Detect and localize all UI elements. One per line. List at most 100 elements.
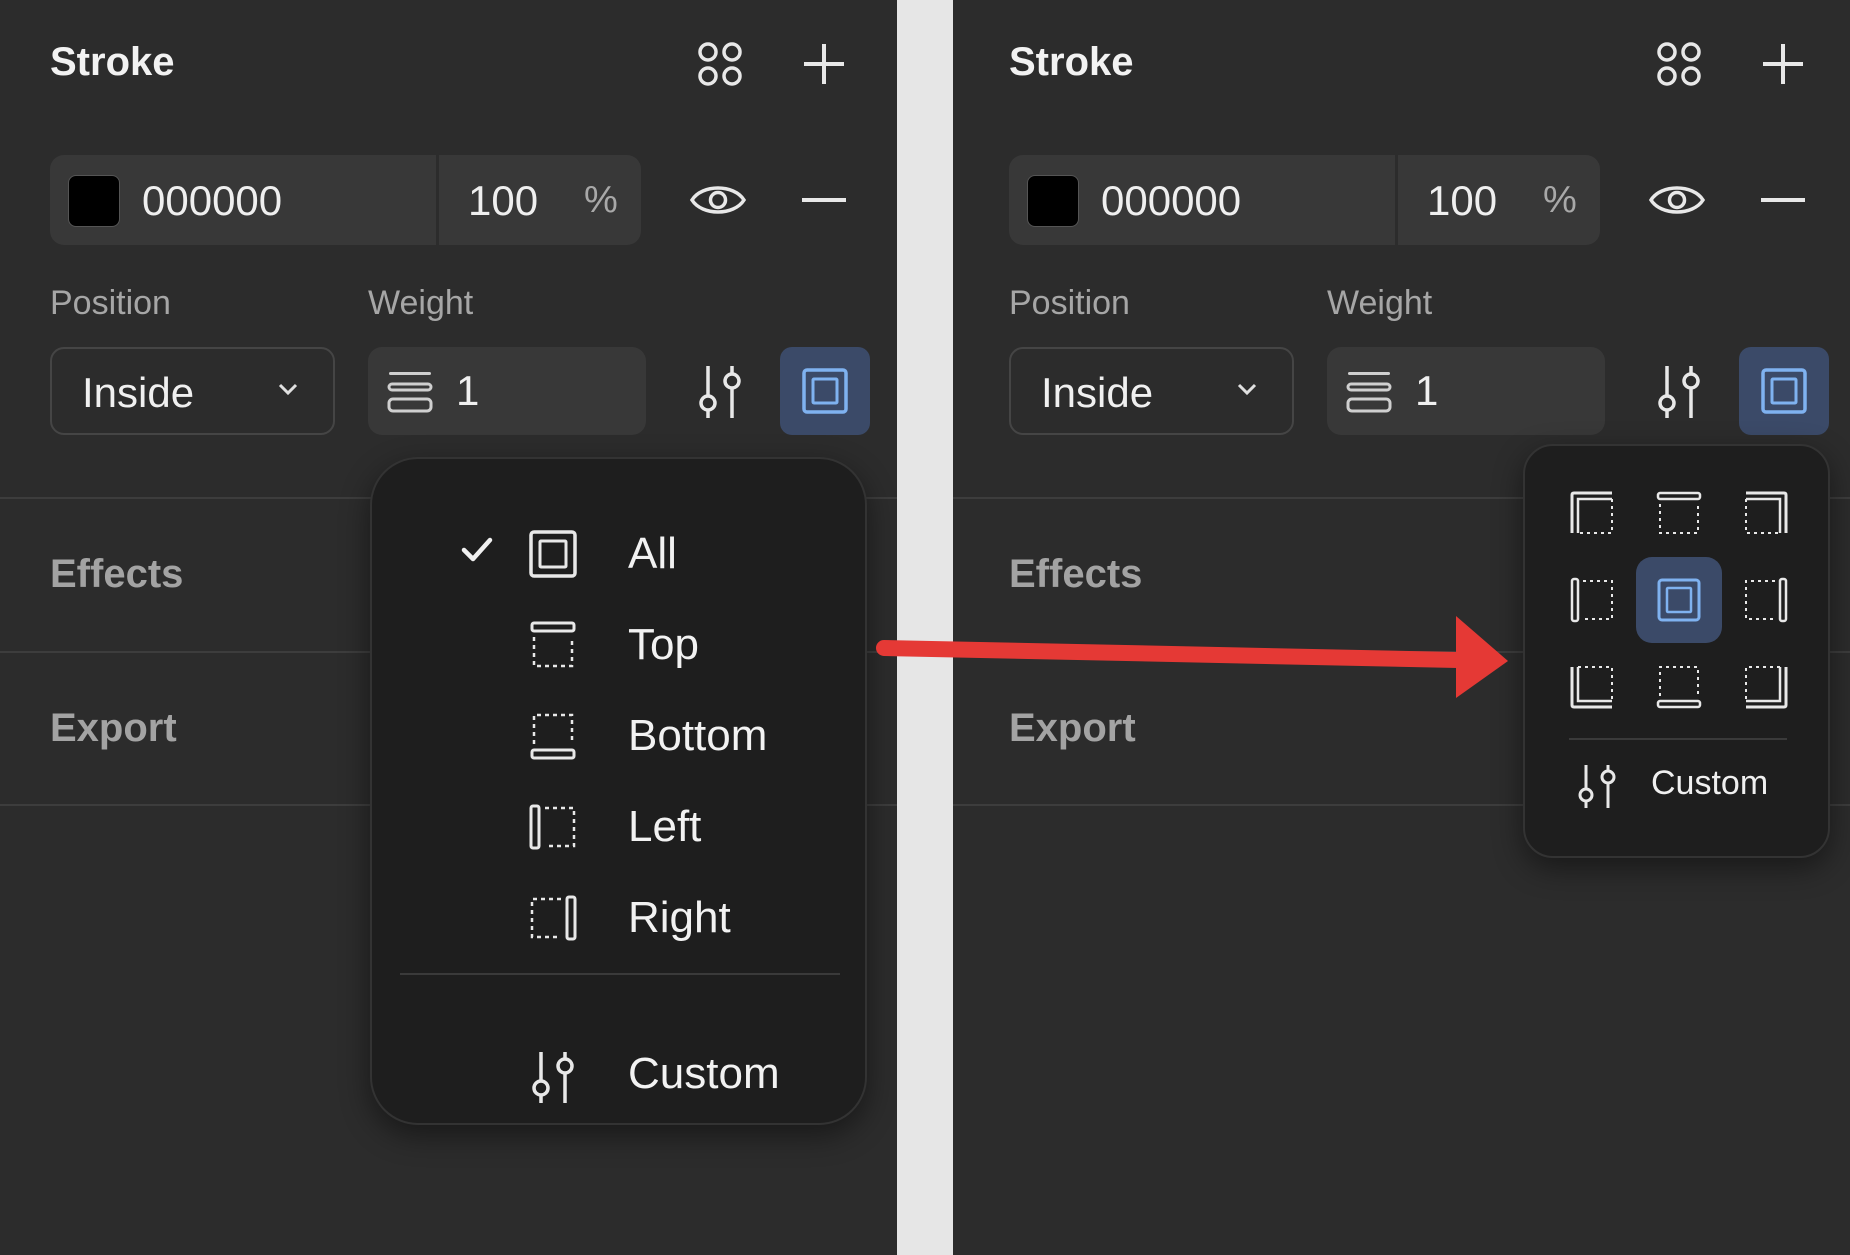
opacity-value[interactable]: 100: [468, 177, 538, 225]
menu-item-label: Top: [628, 620, 699, 669]
stroke-title: Stroke: [50, 40, 175, 84]
position-value: Inside: [1041, 369, 1154, 416]
menu-item-top[interactable]: Top: [372, 604, 865, 684]
stroke-sides-grid-popover: Custom: [1523, 444, 1830, 858]
eye-icon: [689, 186, 747, 214]
chevron-down-icon: [1237, 383, 1257, 396]
popover-separator: [1569, 738, 1787, 740]
stroke-color-field[interactable]: 000000 100 %: [1009, 155, 1600, 245]
menu-item-left[interactable]: Left: [372, 786, 865, 866]
border-top-icon: [1656, 491, 1702, 534]
border-all-icon: [1657, 578, 1701, 622]
stroke-weight-icon: [1346, 372, 1392, 413]
menu-item-label: Custom: [628, 1049, 780, 1098]
position-select[interactable]: Inside: [1009, 347, 1294, 435]
hex-value[interactable]: 000000: [142, 177, 282, 225]
border-bottom-icon: [530, 713, 576, 760]
sliders-icon: [699, 366, 741, 418]
position-value: Inside: [82, 369, 195, 416]
border-top-icon: [530, 621, 576, 668]
color-swatch[interactable]: [1027, 175, 1079, 227]
minus-icon: [802, 198, 846, 202]
add-stroke-button[interactable]: [1755, 36, 1811, 92]
grid-cell-top-right[interactable]: [1723, 470, 1809, 556]
border-all-icon: [1761, 368, 1807, 414]
border-top-right-icon: [1745, 491, 1788, 534]
custom-option-label[interactable]: Custom: [1651, 764, 1768, 803]
stroke-panel-right: Stroke 000000 100 % Position Weight Insi…: [953, 0, 1850, 1255]
individual-strokes-button[interactable]: [1739, 347, 1829, 435]
grid-cell-bottom-right[interactable]: [1723, 644, 1809, 730]
menu-item-label: Right: [628, 893, 731, 942]
border-left-icon: [1570, 577, 1613, 623]
menu-item-custom[interactable]: Custom: [372, 1033, 865, 1113]
toggle-visibility-button[interactable]: [1645, 172, 1709, 228]
add-stroke-button[interactable]: [796, 36, 852, 92]
remove-stroke-button[interactable]: [796, 172, 852, 228]
weight-input[interactable]: 1: [368, 347, 646, 435]
plus-icon: [804, 44, 844, 84]
grid-cell-all[interactable]: [1636, 557, 1722, 643]
weight-label: Weight: [1327, 284, 1433, 322]
field-divider: [1395, 155, 1398, 245]
styles-button[interactable]: [692, 36, 748, 92]
position-label: Position: [50, 284, 171, 322]
styles-button[interactable]: [1651, 36, 1707, 92]
stroke-color-field[interactable]: 000000 100 %: [50, 155, 641, 245]
position-select[interactable]: Inside: [50, 347, 335, 435]
grid-cell-left[interactable]: [1549, 557, 1635, 643]
border-top-left-icon: [1570, 491, 1613, 534]
sliders-icon[interactable]: [1575, 762, 1619, 810]
grid-cell-bottom[interactable]: [1636, 644, 1722, 730]
grid-cell-top-left[interactable]: [1549, 470, 1635, 556]
position-label: Position: [1009, 284, 1130, 322]
border-bottom-icon: [1656, 666, 1702, 709]
grid-cell-bottom-left[interactable]: [1549, 644, 1635, 730]
border-right-icon: [530, 895, 577, 941]
grid-cell-top[interactable]: [1636, 470, 1722, 556]
styles-grid-icon: [698, 42, 742, 86]
stroke-panel-left: Stroke 000000 100 % Position Weight Insi…: [0, 0, 897, 1255]
effects-section-title[interactable]: Effects: [50, 552, 183, 597]
menu-item-label: All: [628, 529, 677, 578]
menu-item-right[interactable]: Right: [372, 877, 865, 957]
field-divider: [436, 155, 439, 245]
stroke-settings-button[interactable]: [1649, 360, 1709, 424]
menu-item-all[interactable]: All: [372, 513, 865, 593]
border-all-icon: [529, 530, 577, 578]
remove-stroke-button[interactable]: [1755, 172, 1811, 228]
hex-value[interactable]: 000000: [1101, 177, 1241, 225]
export-section-title[interactable]: Export: [1009, 706, 1136, 751]
border-bottom-right-icon: [1745, 666, 1788, 709]
toggle-visibility-button[interactable]: [686, 172, 750, 228]
menu-item-bottom[interactable]: Bottom: [372, 695, 865, 775]
menu-separator: [400, 973, 840, 975]
weight-label: Weight: [368, 284, 474, 322]
border-all-icon: [802, 368, 848, 414]
stroke-title: Stroke: [1009, 40, 1134, 84]
menu-item-label: Left: [628, 802, 702, 851]
weight-input[interactable]: 1: [1327, 347, 1605, 435]
stroke-sides-menu: All Top Bottom Left Right Custom: [370, 457, 867, 1125]
styles-grid-icon: [1657, 42, 1701, 86]
effects-section-title[interactable]: Effects: [1009, 552, 1142, 597]
opacity-value[interactable]: 100: [1427, 177, 1497, 225]
menu-item-label: Bottom: [628, 711, 768, 760]
grid-cell-right[interactable]: [1723, 557, 1809, 643]
stroke-settings-button[interactable]: [690, 360, 750, 424]
percent-sign: %: [584, 179, 618, 221]
individual-strokes-button[interactable]: [780, 347, 870, 435]
color-swatch[interactable]: [68, 175, 120, 227]
border-bottom-left-icon: [1570, 666, 1613, 709]
plus-icon: [1763, 44, 1803, 84]
eye-icon: [1648, 186, 1706, 214]
border-right-icon: [1745, 577, 1788, 623]
stroke-weight-icon: [387, 372, 433, 413]
percent-sign: %: [1543, 179, 1577, 221]
sliders-icon: [1658, 366, 1700, 418]
export-section-title[interactable]: Export: [50, 706, 177, 751]
sliders-icon: [532, 1052, 574, 1103]
check-icon: [461, 537, 493, 562]
minus-icon: [1761, 198, 1805, 202]
weight-value: 1: [456, 367, 480, 414]
